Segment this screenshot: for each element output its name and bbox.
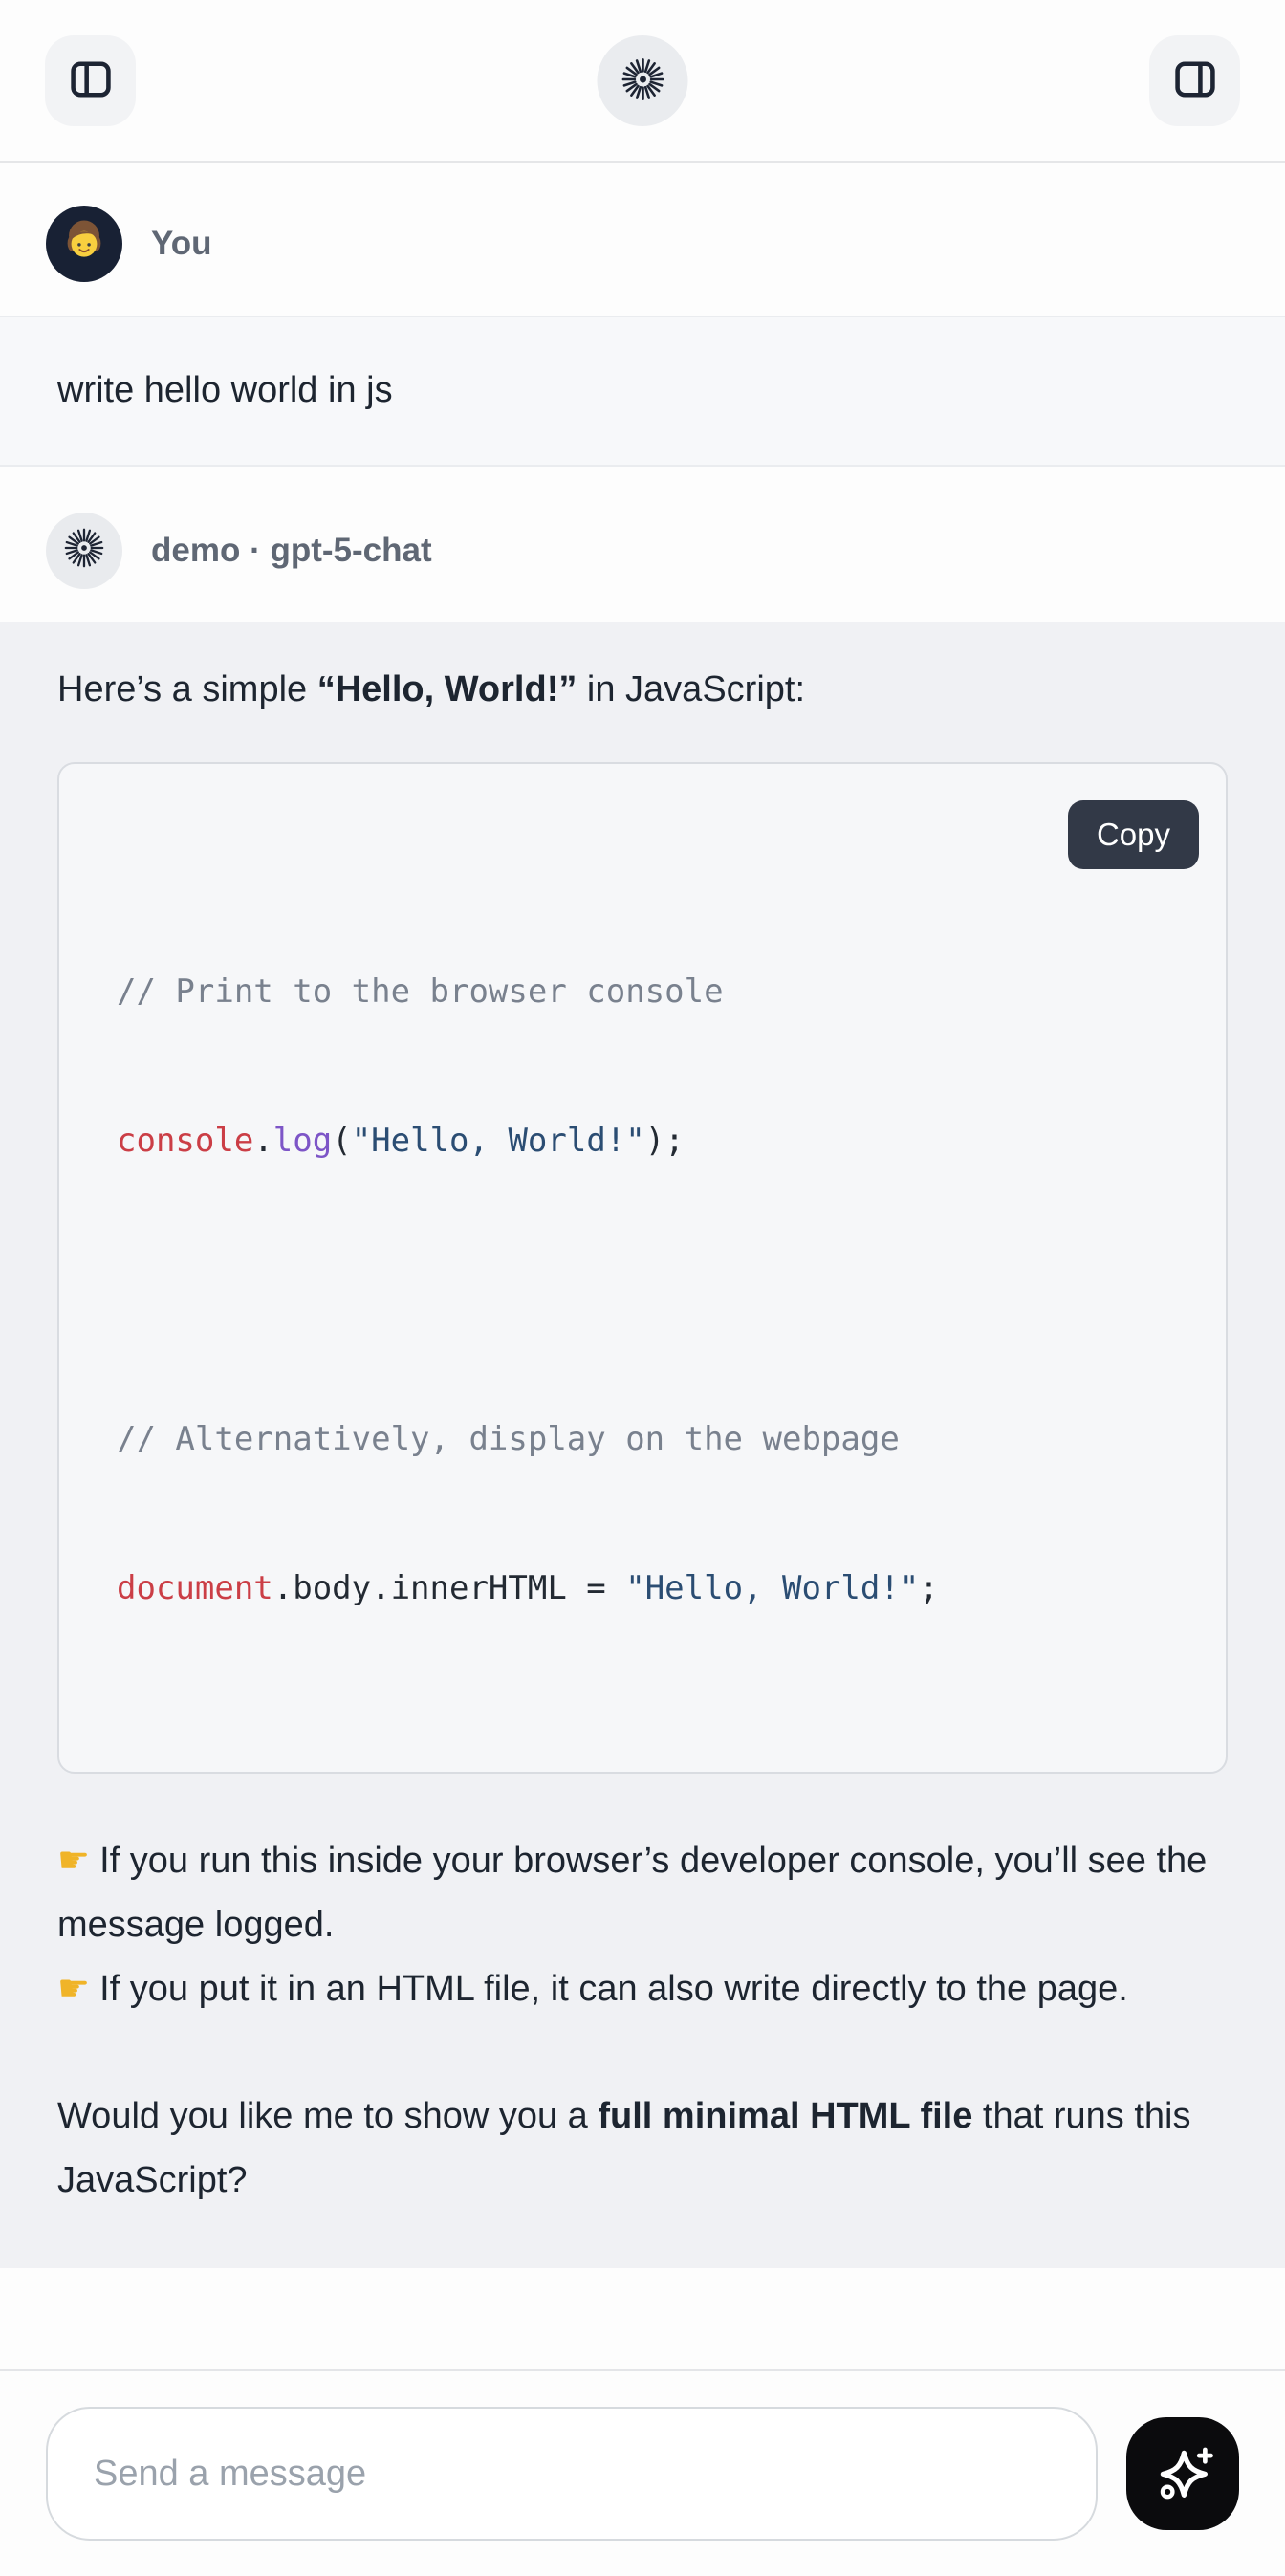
code-token: "Hello, World!" <box>352 1122 645 1160</box>
assistant-message-bubble: Here’s a simple “Hello, World!” in JavaS… <box>0 622 1285 2269</box>
question-bold: full minimal HTML file <box>598 2096 972 2136</box>
code-token: ( <box>332 1122 351 1160</box>
code-token: ); <box>645 1122 685 1160</box>
panel-left-icon <box>66 55 116 107</box>
code-line: document.body.innerHTML = "Hello, World!… <box>117 1563 1168 1613</box>
pointing-right-emoji: ☛ <box>57 1841 90 1881</box>
paragraph-text: If you put it in an HTML file, it can al… <box>99 1969 1128 2009</box>
pointing-right-emoji: ☛ <box>57 1969 90 2009</box>
code-token: // Print to the browser console <box>117 972 724 1011</box>
intro-prefix: Here’s a simple <box>57 669 317 709</box>
user-avatar <box>46 206 122 282</box>
code-token: console <box>117 1122 253 1160</box>
chat-app: You write hello world in js <box>0 0 1285 2576</box>
logo-button[interactable] <box>598 35 688 126</box>
code-token: // Alternatively, display on the webpage <box>117 1420 900 1458</box>
code-line: // Alternatively, display on the webpage <box>117 1414 1168 1464</box>
top-bar <box>0 0 1285 163</box>
panel-right-icon <box>1170 55 1220 107</box>
right-panel-toggle-button[interactable] <box>1149 35 1240 126</box>
person-emoji-icon <box>56 214 112 274</box>
sidebar-toggle-button[interactable] <box>45 35 136 126</box>
user-message-header: You <box>0 163 1285 316</box>
message-input[interactable] <box>46 2407 1098 2541</box>
user-sender-label: You <box>151 225 212 263</box>
code-token: . <box>253 1122 272 1160</box>
assistant-paragraph: ☛If you put it in an HTML file, it can a… <box>57 1957 1228 2021</box>
starburst-logo-icon <box>618 55 667 107</box>
assistant-intro-text: Here’s a simple “Hello, World!” in JavaS… <box>57 661 1228 719</box>
sparkles-icon <box>1151 2441 1214 2507</box>
composer-bar <box>0 2369 1285 2576</box>
code-token: ; <box>919 1569 938 1607</box>
starburst-icon <box>62 526 106 575</box>
code-block: Copy // Print to the browser console con… <box>57 762 1228 1774</box>
question-prefix: Would you like me to show you a <box>57 2096 598 2136</box>
code-line: // Print to the browser console <box>117 967 1168 1016</box>
assistant-question: Would you like me to show you a full min… <box>57 2085 1228 2213</box>
code-token: .body.innerHTML = <box>273 1569 625 1607</box>
assistant-sender-label: demo · gpt-5-chat <box>151 532 432 570</box>
code-content: // Print to the browser console console.… <box>59 764 1226 1772</box>
code-token: log <box>273 1122 332 1160</box>
send-button[interactable] <box>1126 2417 1239 2530</box>
user-message-bubble: write hello world in js <box>0 316 1285 467</box>
assistant-paragraph: ☛If you run this inside your browser’s d… <box>57 1829 1228 1957</box>
empty-scroll-area <box>0 2268 1285 2369</box>
user-message-text: write hello world in js <box>57 369 1228 413</box>
copy-button[interactable]: Copy <box>1068 800 1199 869</box>
intro-suffix: in JavaScript: <box>577 669 805 709</box>
assistant-avatar <box>46 513 122 589</box>
code-line-empty <box>117 1265 1168 1315</box>
code-token: "Hello, World!" <box>625 1569 919 1607</box>
assistant-message-header: demo · gpt-5-chat <box>0 467 1285 622</box>
code-line: console.log("Hello, World!"); <box>117 1116 1168 1166</box>
code-token: document <box>117 1569 273 1607</box>
intro-bold: “Hello, World!” <box>317 669 577 709</box>
paragraph-text: If you run this inside your browser’s de… <box>57 1841 1207 1945</box>
